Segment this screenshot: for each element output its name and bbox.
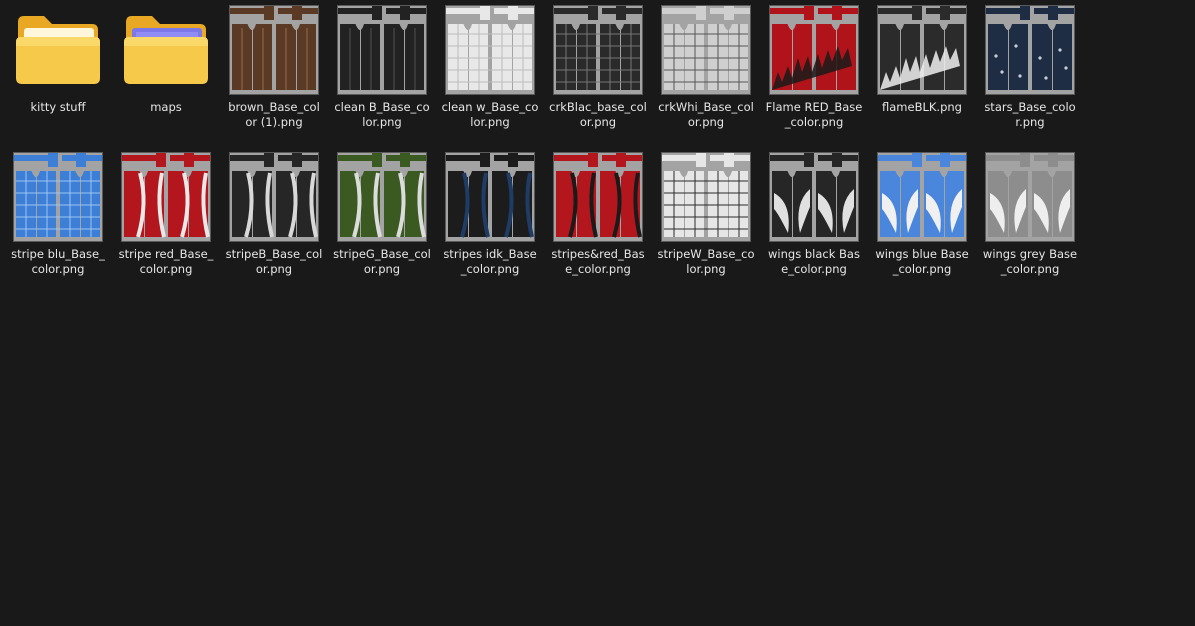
folder-item[interactable]: kitty stuff: [8, 4, 108, 151]
thumbnail-frame: [336, 4, 428, 96]
thumbnail-frame: [660, 4, 752, 96]
image-file-item[interactable]: clean B_Base_color.png: [332, 4, 432, 151]
file-name-label: stripeB_Base_color.png: [225, 247, 323, 276]
image-thumbnail: [877, 5, 967, 95]
thumbnail-frame: [228, 4, 320, 96]
file-name-label: crkWhi_Base_color.png: [658, 100, 754, 129]
file-name-label: maps: [150, 100, 182, 114]
image-file-item[interactable]: Flame RED_Base_color.png: [764, 4, 864, 151]
image-thumbnail: [553, 5, 643, 95]
image-file-item[interactable]: stripe red_Base_color.png: [116, 151, 216, 298]
image-file-item[interactable]: wings black Base_color.png: [764, 151, 864, 298]
image-thumbnail: [769, 5, 859, 95]
image-thumbnail: [661, 152, 751, 242]
image-thumbnail: [337, 5, 427, 95]
thumbnail-frame: [876, 151, 968, 243]
thumbnail-frame: [228, 151, 320, 243]
file-name-label: stripeW_Base_color.png: [657, 247, 755, 276]
thumbnail-frame: [660, 151, 752, 243]
image-file-item[interactable]: clean w_Base_color.png: [440, 4, 540, 151]
image-file-item[interactable]: stripes&red_Base_color.png: [548, 151, 648, 298]
folder-icon: [16, 16, 100, 84]
thumbnail-frame: [984, 4, 1076, 96]
file-name-label: wings black Base_color.png: [768, 247, 860, 276]
image-file-item[interactable]: stripe blu_Base_color.png: [8, 151, 108, 298]
image-file-item[interactable]: wings grey Base_color.png: [980, 151, 1080, 298]
folder-item[interactable]: maps: [116, 4, 216, 151]
file-name-label: crkBlac_base_color.png: [549, 100, 647, 129]
image-thumbnail: [661, 5, 751, 95]
image-thumbnail: [985, 152, 1075, 242]
image-file-item[interactable]: stripeG_Base_color.png: [332, 151, 432, 298]
image-thumbnail: [877, 152, 967, 242]
thumbnail-frame: [444, 151, 536, 243]
image-file-item[interactable]: brown_Base_color (1).png: [224, 4, 324, 151]
thumbnail-frame: [984, 151, 1076, 243]
file-name-label: stripeG_Base_color.png: [333, 247, 431, 276]
file-name-label: Flame RED_Base_color.png: [765, 100, 863, 129]
image-file-item[interactable]: stripeB_Base_color.png: [224, 151, 324, 298]
file-name-label: wings grey Base_color.png: [982, 247, 1078, 276]
file-name-label: stars_Base_color.png: [984, 100, 1076, 129]
thumbnail-frame: [552, 4, 644, 96]
file-grid: kitty stuff maps brown_Base_color (1).pn…: [8, 4, 1193, 298]
file-name-label: clean B_Base_color.png: [334, 100, 430, 129]
file-name-label: flameBLK.png: [882, 100, 962, 114]
thumbnail-frame: [768, 4, 860, 96]
thumbnail-frame: [336, 151, 428, 243]
image-file-item[interactable]: stripes idk_Base_color.png: [440, 151, 540, 298]
image-file-item[interactable]: flameBLK.png: [872, 4, 972, 151]
file-name-label: brown_Base_color (1).png: [228, 100, 320, 129]
thumbnail-frame: [12, 151, 104, 243]
file-name-label: kitty stuff: [30, 100, 86, 114]
thumbnail-frame: [12, 4, 104, 96]
image-thumbnail: [445, 152, 535, 242]
image-thumbnail: [121, 152, 211, 242]
image-thumbnail: [553, 152, 643, 242]
file-name-label: stripe blu_Base_color.png: [11, 247, 105, 276]
thumbnail-frame: [120, 4, 212, 96]
image-thumbnail: [229, 5, 319, 95]
image-thumbnail: [13, 152, 103, 242]
image-thumbnail: [769, 152, 859, 242]
thumbnail-frame: [120, 151, 212, 243]
folder-icon: [124, 16, 208, 84]
image-file-item[interactable]: crkBlac_base_color.png: [548, 4, 648, 151]
image-file-item[interactable]: stars_Base_color.png: [980, 4, 1080, 151]
image-thumbnail: [229, 152, 319, 242]
file-name-label: wings blue Base_color.png: [875, 247, 969, 276]
image-file-item[interactable]: wings blue Base_color.png: [872, 151, 972, 298]
image-file-item[interactable]: stripeW_Base_color.png: [656, 151, 756, 298]
thumbnail-frame: [444, 4, 536, 96]
image-thumbnail: [337, 152, 427, 242]
file-name-label: stripe red_Base_color.png: [118, 247, 214, 276]
image-file-item[interactable]: crkWhi_Base_color.png: [656, 4, 756, 151]
image-thumbnail: [985, 5, 1075, 95]
image-thumbnail: [445, 5, 535, 95]
file-name-label: stripes idk_Base_color.png: [443, 247, 537, 276]
thumbnail-frame: [876, 4, 968, 96]
file-explorer-view: kitty stuff maps brown_Base_color (1).pn…: [0, 0, 1195, 626]
file-name-label: clean w_Base_color.png: [441, 100, 539, 129]
thumbnail-frame: [768, 151, 860, 243]
file-name-label: stripes&red_Base_color.png: [551, 247, 645, 276]
thumbnail-frame: [552, 151, 644, 243]
